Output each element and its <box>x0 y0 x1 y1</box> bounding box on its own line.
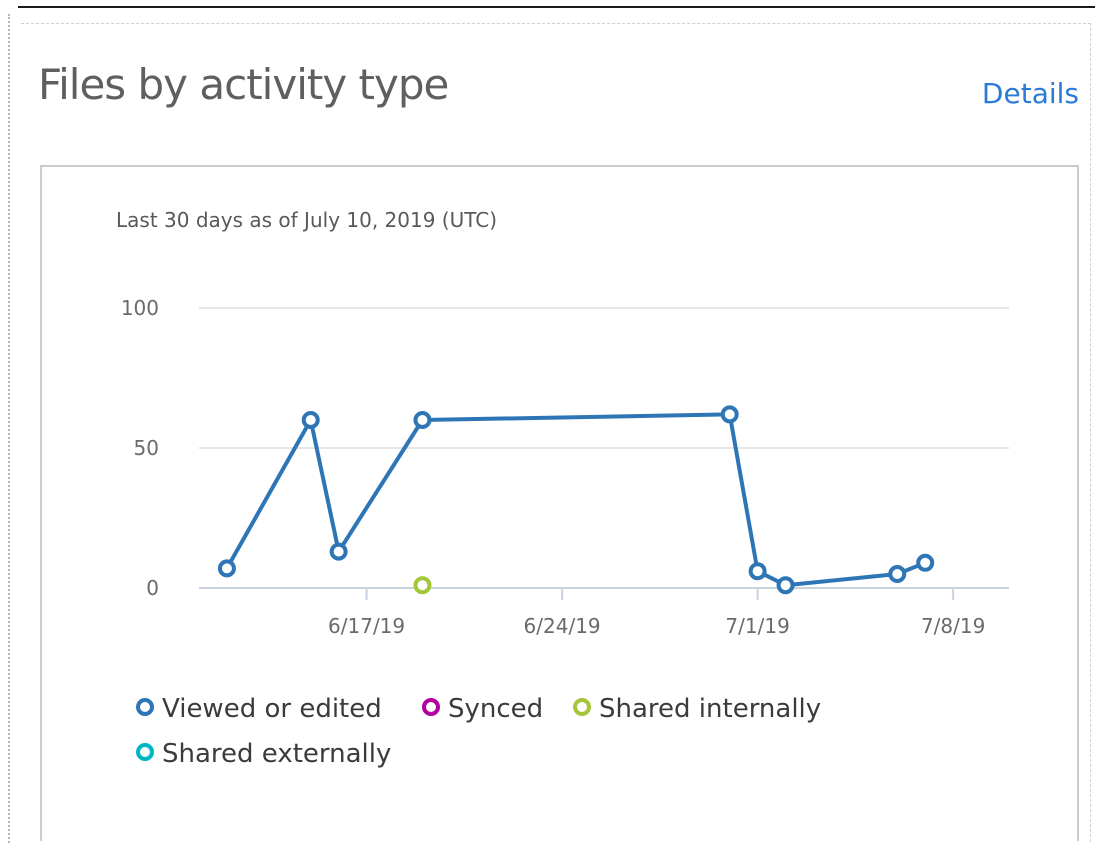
data-point-viewed-or-edited <box>329 542 348 561</box>
data-point-viewed-or-edited <box>748 562 767 581</box>
x-tick-label: 7/8/19 <box>921 614 985 638</box>
details-link[interactable]: Details <box>982 77 1079 110</box>
y-tick-label: 0 <box>146 576 159 600</box>
data-point-shared-internally <box>413 576 432 595</box>
legend-label-synced: Synced <box>448 694 543 724</box>
legend-marker-shared-internally <box>573 698 591 716</box>
card-title: Files by activity type <box>38 60 449 109</box>
legend-marker-viewed-or-edited <box>136 698 154 716</box>
x-tick-label: 7/1/19 <box>725 614 789 638</box>
legend-marker-synced <box>422 698 440 716</box>
data-point-viewed-or-edited <box>217 559 236 578</box>
x-tick-label: 6/17/19 <box>328 614 405 638</box>
line-chart: Last 30 days as of July 10, 2019 (UTC) 0… <box>116 208 1009 769</box>
legend-label-shared-externally: Shared externally <box>162 739 391 769</box>
y-tick-label: 50 <box>134 436 159 460</box>
data-point-viewed-or-edited <box>301 411 320 429</box>
y-tick-label: 100 <box>121 296 159 320</box>
x-tick-label: 6/24/19 <box>524 614 601 638</box>
chart-subtitle: Last 30 days as of July 10, 2019 (UTC) <box>116 208 497 232</box>
series-line-viewed-or-edited <box>225 412 926 588</box>
left-dotted-border <box>8 14 10 843</box>
data-point-viewed-or-edited <box>888 565 907 583</box>
legend-label-shared-internally: Shared internally <box>599 694 821 724</box>
data-point-viewed-or-edited <box>776 576 795 595</box>
top-divider <box>18 6 1095 8</box>
legend-label-viewed-or-edited: Viewed or edited <box>162 694 382 724</box>
data-point-viewed-or-edited <box>413 411 432 429</box>
data-point-viewed-or-edited <box>916 553 935 572</box>
legend-marker-shared-externally <box>136 743 154 761</box>
chart-panel: Last 30 days as of July 10, 2019 (UTC) 0… <box>40 165 1079 841</box>
data-point-viewed-or-edited <box>720 405 739 424</box>
